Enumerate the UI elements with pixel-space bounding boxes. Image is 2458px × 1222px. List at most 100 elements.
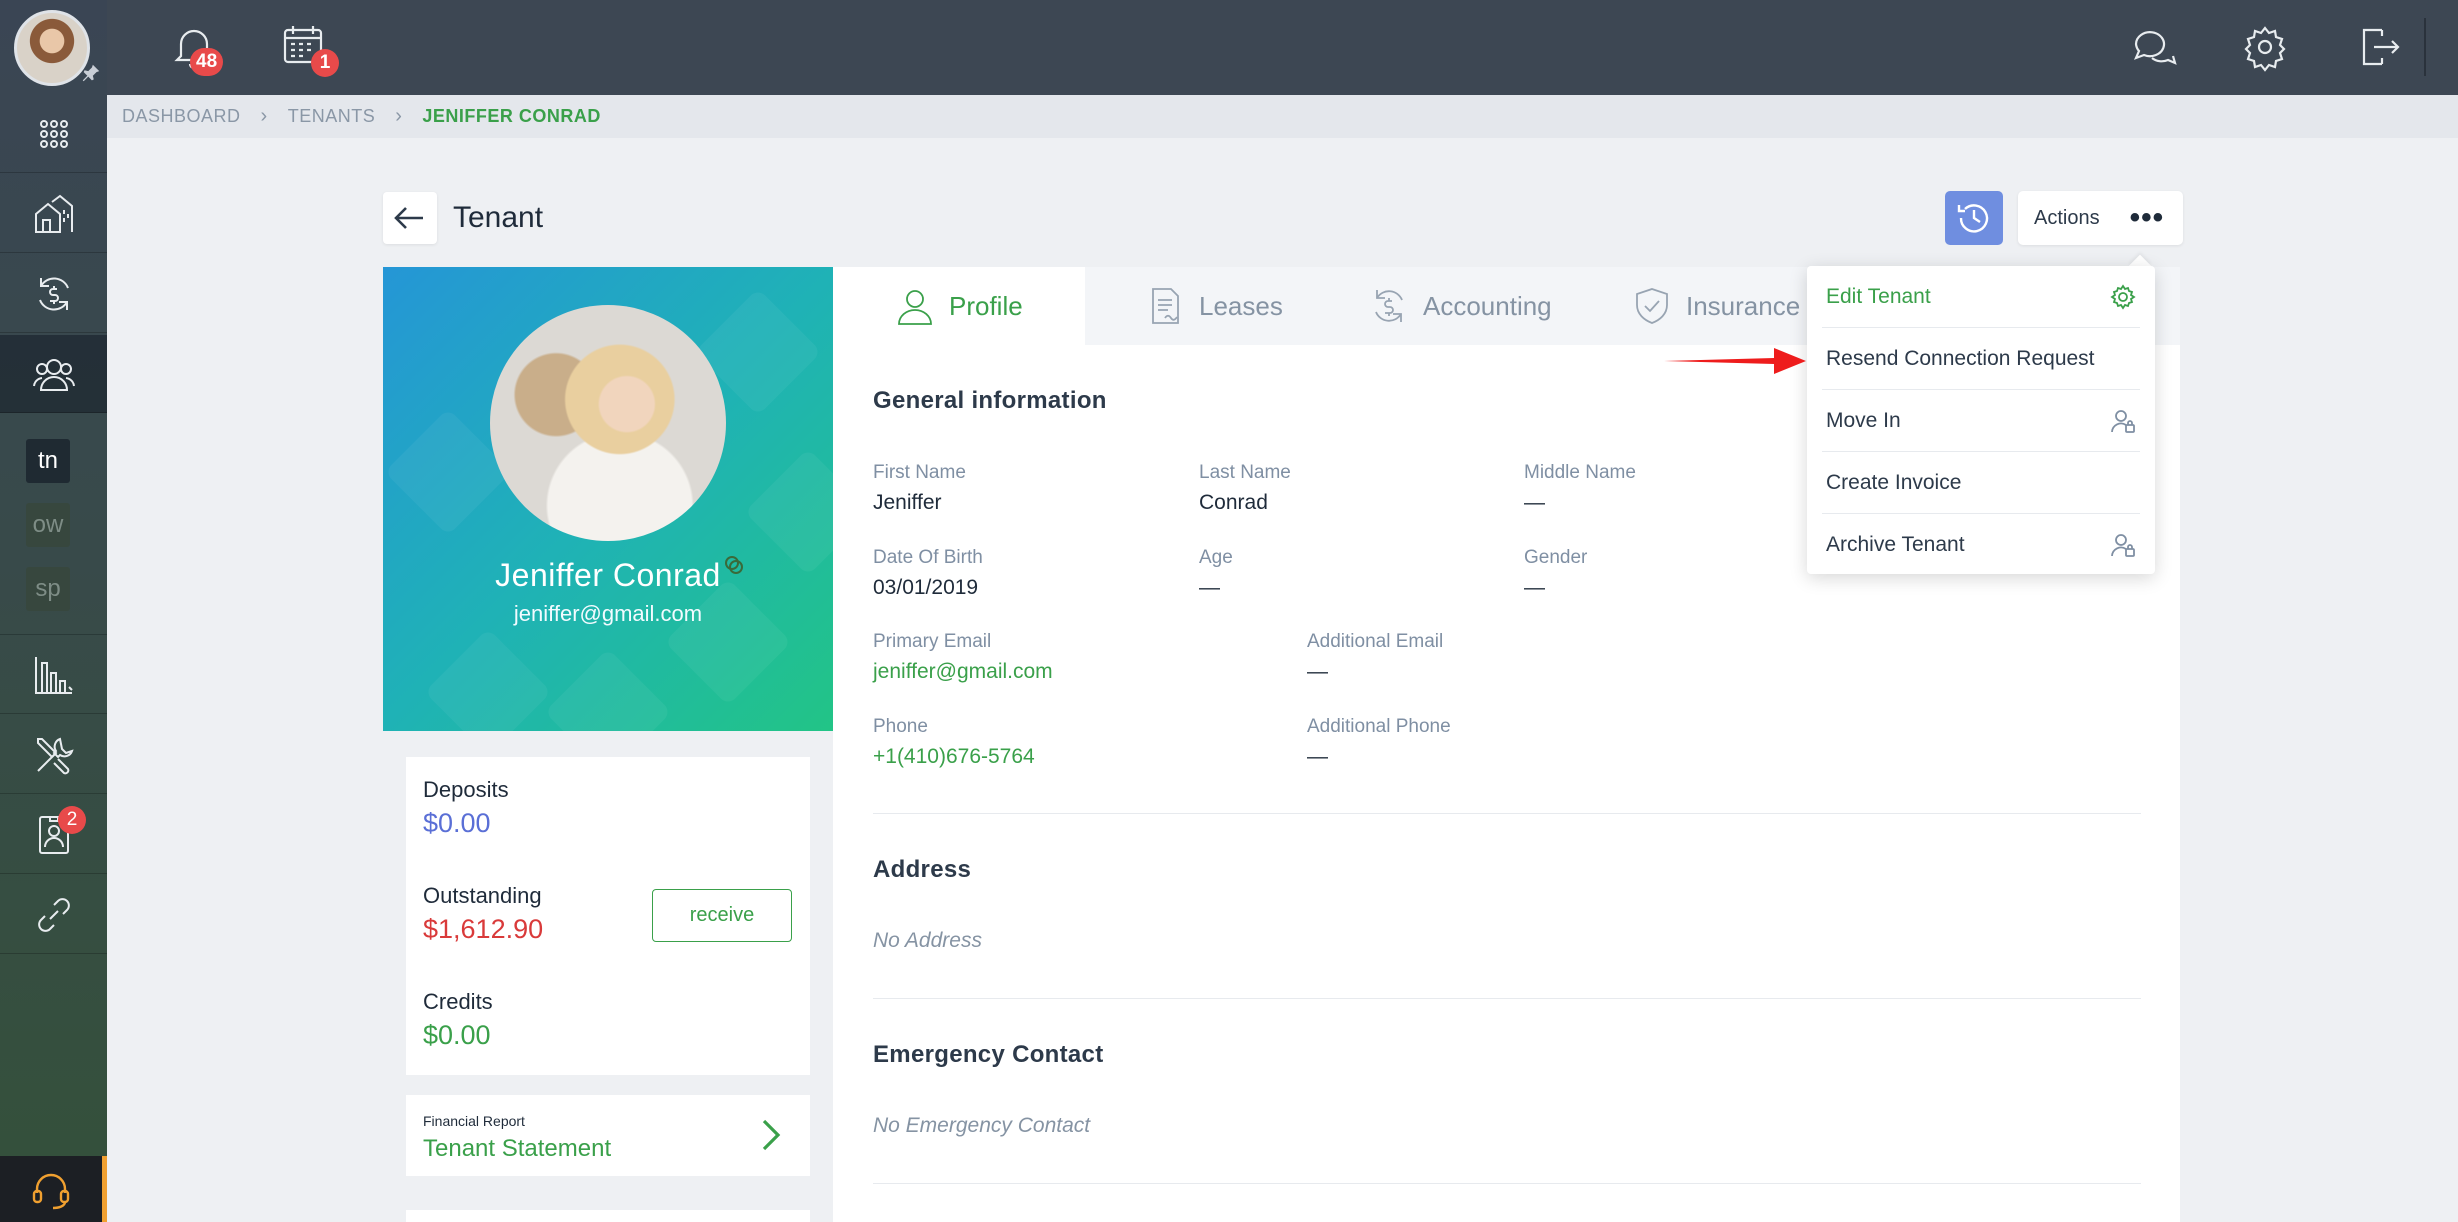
menu-item-move-in[interactable]: Move In xyxy=(1807,390,2155,451)
sidebar-item-accounting[interactable] xyxy=(0,255,107,333)
link-icon xyxy=(37,897,70,932)
notifications-badge: 48 xyxy=(190,48,224,76)
first-name-value: Jeniffer xyxy=(873,491,942,514)
tab-profile[interactable]: Profile xyxy=(833,267,1085,345)
chat-icon xyxy=(2133,31,2177,65)
topbar-divider xyxy=(2424,18,2426,76)
breadcrumb-dashboard[interactable]: DASHBOARD xyxy=(122,106,241,127)
sidebar-item-integrations[interactable] xyxy=(0,876,107,954)
gear-icon xyxy=(2109,283,2137,311)
chevron-right-icon xyxy=(758,1115,786,1155)
phone-label: Phone xyxy=(873,716,928,737)
last-name-value: Conrad xyxy=(1199,491,1268,514)
history-button[interactable] xyxy=(1945,191,2003,245)
breadcrumb-tenants[interactable]: TENANTS xyxy=(288,106,376,127)
annotation-arrow-icon xyxy=(1662,342,1808,380)
top-bar: 48 1 xyxy=(107,0,2458,95)
actions-label: Actions xyxy=(2034,206,2100,229)
portal-sp[interactable]: sp xyxy=(26,567,70,611)
tab-insurance[interactable]: Insurance xyxy=(1632,267,1800,345)
tenant-photo[interactable] xyxy=(490,305,726,541)
tab-leases-label: Leases xyxy=(1199,290,1283,321)
user-lock-icon xyxy=(2109,531,2137,559)
bar-chart-icon xyxy=(34,656,73,694)
additional-email-value: — xyxy=(1307,660,1328,683)
more-dots-icon[interactable]: ••• xyxy=(2130,203,2165,233)
applications-badge: 2 xyxy=(58,806,86,834)
menu-item-resend-connection-request[interactable]: Resend Connection Request xyxy=(1807,328,2155,389)
tenant-profile-card: Jeniffer Conrad jeniffer@gmail.com xyxy=(383,267,833,731)
menu-item-create-invoice[interactable]: Create Invoice xyxy=(1807,452,2155,513)
address-empty-text: No Address xyxy=(873,929,982,952)
shield-check-icon xyxy=(1636,288,1668,324)
gender-value: — xyxy=(1524,576,1545,599)
apps-grid-icon xyxy=(39,119,68,148)
emergency-contact-empty-text: No Emergency Contact xyxy=(873,1114,1091,1137)
credits-label: Credits xyxy=(423,989,493,1014)
tab-accounting[interactable]: Accounting xyxy=(1369,267,1552,345)
menu-item-label: Move In xyxy=(1826,408,1901,432)
primary-email-label: Primary Email xyxy=(873,631,992,652)
divider xyxy=(873,813,2141,814)
tab-insurance-label: Insurance xyxy=(1686,290,1801,321)
menu-item-label: Resend Connection Request xyxy=(1826,346,2095,370)
logout-icon xyxy=(2362,28,2400,66)
menu-item-label: Create Invoice xyxy=(1826,470,1962,494)
tab-leases[interactable]: Leases xyxy=(1145,267,1283,345)
user-avatar[interactable] xyxy=(14,10,90,86)
connection-status-icon xyxy=(722,553,746,577)
sidebar-item-apps[interactable] xyxy=(0,95,107,173)
breadcrumb: DASHBOARD › TENANTS › JENIFFER CONRAD xyxy=(107,95,2458,138)
chat-button[interactable] xyxy=(2128,20,2182,74)
phone-value[interactable]: +1(410)676-5764 xyxy=(873,745,1035,769)
money-cycle-icon xyxy=(38,276,69,311)
actions-button[interactable]: Actions ••• xyxy=(2018,191,2183,245)
arrow-left-icon xyxy=(394,207,423,229)
primary-email-value[interactable]: jeniffer@gmail.com xyxy=(873,660,1053,684)
tab-accounting-label: Accounting xyxy=(1423,290,1552,321)
tools-icon xyxy=(36,737,74,774)
settings-button[interactable] xyxy=(2238,20,2292,74)
menu-item-edit-tenant[interactable]: Edit Tenant xyxy=(1807,266,2155,327)
pin-icon[interactable] xyxy=(80,62,102,84)
sidebar-item-reports[interactable] xyxy=(0,636,107,714)
general-information-title: General information xyxy=(873,387,1107,414)
deposits-label: Deposits xyxy=(423,777,509,802)
logout-button[interactable] xyxy=(2352,20,2406,74)
divider xyxy=(873,998,2141,999)
address-title: Address xyxy=(873,856,972,883)
menu-item-archive-tenant[interactable]: Archive Tenant xyxy=(1807,514,2155,575)
gender-label: Gender xyxy=(1524,547,1588,568)
deposits-value: $0.00 xyxy=(423,808,491,838)
document-icon xyxy=(1152,288,1179,324)
first-name-label: First Name xyxy=(873,462,966,483)
credits-value: $0.00 xyxy=(423,1020,491,1050)
age-value: — xyxy=(1199,576,1220,599)
history-icon xyxy=(1957,204,1989,233)
portal-tn[interactable]: tn xyxy=(26,439,70,483)
support-button[interactable] xyxy=(0,1156,107,1222)
breadcrumb-current: JENIFFER CONRAD xyxy=(422,106,601,126)
age-label: Age xyxy=(1199,547,1233,568)
calendar-badge: 1 xyxy=(311,49,339,77)
divider xyxy=(873,1183,2141,1184)
tenant-statement-link[interactable]: Financial Report Tenant Statement xyxy=(406,1095,810,1176)
dob-label: Date Of Birth xyxy=(873,547,983,568)
headset-icon xyxy=(32,1173,70,1210)
sidebar-item-applications[interactable] xyxy=(0,796,107,874)
middle-name-value: — xyxy=(1524,491,1545,514)
additional-phone-value: — xyxy=(1307,745,1328,768)
sidebar-item-tenants[interactable] xyxy=(0,335,107,413)
tenant-statement-title: Tenant Statement xyxy=(423,1135,612,1162)
sidebar-item-maintenance[interactable] xyxy=(0,716,107,794)
sidebar: tn ow sp 2 xyxy=(0,0,107,1222)
receive-button[interactable]: receive xyxy=(652,889,792,942)
back-button[interactable] xyxy=(383,192,437,244)
users-icon xyxy=(32,358,75,391)
additional-email-label: Additional Email xyxy=(1307,631,1444,652)
sidebar-item-properties[interactable] xyxy=(0,175,107,253)
portal-ow[interactable]: ow xyxy=(26,503,70,547)
outstanding-label: Outstanding xyxy=(423,883,542,908)
balances-card: Deposits $0.00 Outstanding $1,612.90 rec… xyxy=(406,757,810,1075)
tab-profile-label: Profile xyxy=(949,290,1023,321)
